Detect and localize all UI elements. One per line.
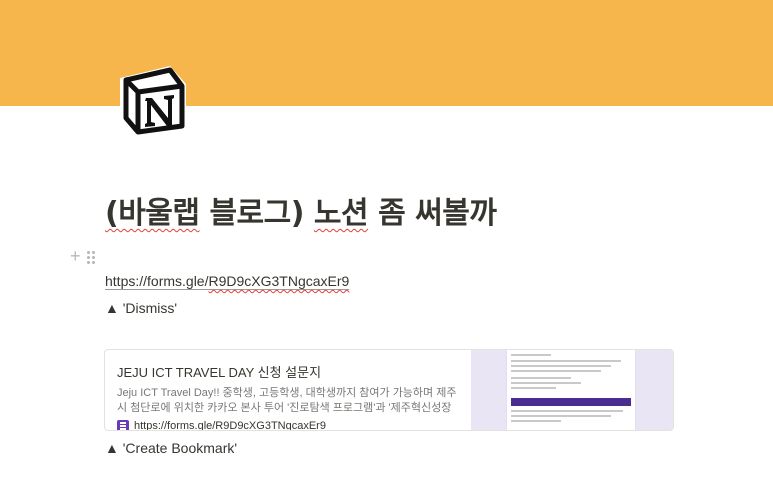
bookmark-url: https://forms.gle/R9D9cXG3TNgcaxEr9 [134, 420, 326, 431]
bookmark-thumbnail [471, 350, 673, 430]
title-part-1: (바울랩 [105, 196, 200, 231]
bookmark-title: JEJU ICT TRAVEL DAY 신청 설문지 [117, 365, 322, 380]
notion-logo-icon[interactable] [112, 58, 196, 142]
bookmark-text: JEJU ICT TRAVEL DAY 신청 설문지 Jeju ICT Trav… [105, 350, 471, 430]
thumbnail-document [507, 350, 635, 430]
bookmark-url-row: https://forms.gle/R9D9cXG3TNgcaxEr9 [117, 420, 457, 431]
title-part-3: 노션 [313, 196, 369, 231]
title-part-4: 좀 써볼까 [368, 196, 497, 231]
create-bookmark-note: ▲ 'Create Bookmark' [105, 440, 238, 456]
dismiss-note: ▲ 'Dismiss' [105, 300, 178, 316]
title-part-2: 블로그) [199, 196, 314, 231]
thumbnail-banner [511, 398, 631, 406]
bookmark-description: Jeju ICT Travel Day!! 중학생, 고등학생, 대학생까지 참… [117, 387, 457, 414]
google-forms-icon [117, 420, 129, 430]
block-handle: + [70, 247, 95, 265]
url-link-prefix: https://forms.gle/ [105, 273, 209, 289]
plus-icon[interactable]: + [70, 247, 81, 265]
page-title[interactable]: (바울랩 블로그) 노션 좀 써볼까 [105, 188, 497, 232]
drag-handle-icon[interactable] [86, 251, 95, 264]
url-link-suffix: R9D9cXG3TNgcaxEr9 [208, 273, 350, 289]
url-link[interactable]: https://forms.gle/R9D9cXG3TNgcaxEr9 [105, 273, 349, 289]
bookmark-card[interactable]: JEJU ICT TRAVEL DAY 신청 설문지 Jeju ICT Trav… [104, 349, 674, 431]
